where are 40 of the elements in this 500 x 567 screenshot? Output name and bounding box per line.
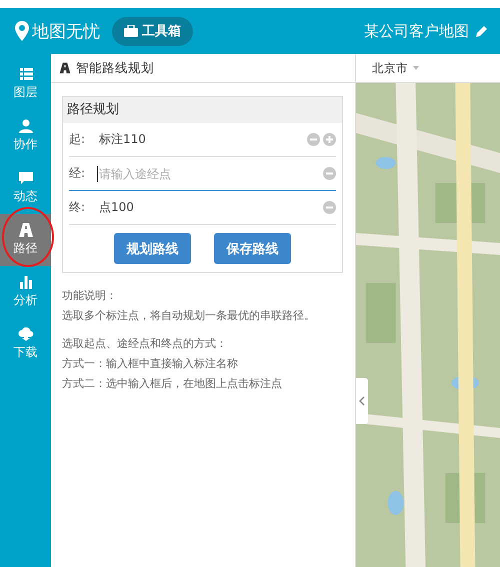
sidebar-item[interactable]: 图层 (0, 58, 51, 110)
briefcase-icon (124, 25, 138, 37)
remove-icon[interactable] (307, 133, 320, 146)
sidebar-item[interactable]: 动态 (0, 162, 51, 214)
chat-icon (18, 171, 34, 185)
remove-icon[interactable] (323, 167, 336, 180)
road-icon (59, 62, 71, 74)
map-title: 某公司客户地图 (364, 22, 469, 40)
help-title: 功能说明： (62, 288, 118, 304)
toolbox-button[interactable]: 工具箱 (112, 16, 193, 46)
remove-icon[interactable] (323, 201, 336, 214)
route-button[interactable]: 规划路线 (114, 233, 191, 264)
stop-label: 经: (69, 165, 86, 182)
route-button[interactable]: 保存路线 (214, 233, 291, 264)
stop-input-field[interactable]: 请输入途经点 (97, 166, 320, 182)
road-icon (18, 223, 34, 237)
help-text: 选取起点、途经点和终点的方式： (62, 336, 228, 352)
collapse-handle[interactable] (356, 378, 368, 424)
sidebar-item[interactable]: 下载 (0, 318, 51, 370)
sidebar-item[interactable]: 协作 (0, 110, 51, 162)
card-title: 路径规划 (63, 97, 342, 123)
panel-title: 智能路线规划 (76, 60, 154, 76)
help-text: 选取多个标注点，将自动规划一条最优的串联路径。 (62, 308, 316, 324)
edit-icon[interactable] (475, 24, 488, 38)
stop-input-field[interactable]: 标注110 (97, 132, 304, 148)
help-text: 方式一：输入框中直接输入标注名称 (62, 356, 239, 372)
help-text: 方式二：选中输入框后，在地图上点击标注点 (62, 376, 283, 392)
list-icon (18, 67, 34, 81)
highlight-circle (2, 207, 54, 267)
cloud-download-icon (18, 327, 34, 341)
add-icon[interactable] (323, 133, 336, 146)
sidebar-item[interactable]: 分析 (0, 266, 51, 318)
map-pin-icon (15, 21, 29, 41)
stop-label: 终: (69, 199, 86, 216)
bar-chart-icon (18, 275, 34, 289)
stop-input-field[interactable]: 点100 (97, 200, 320, 216)
app-logo: 地图无忧 (32, 20, 100, 42)
stop-label: 起: (69, 131, 86, 148)
sidebar-item[interactable]: 路径 (0, 214, 51, 266)
person-icon (18, 119, 34, 133)
